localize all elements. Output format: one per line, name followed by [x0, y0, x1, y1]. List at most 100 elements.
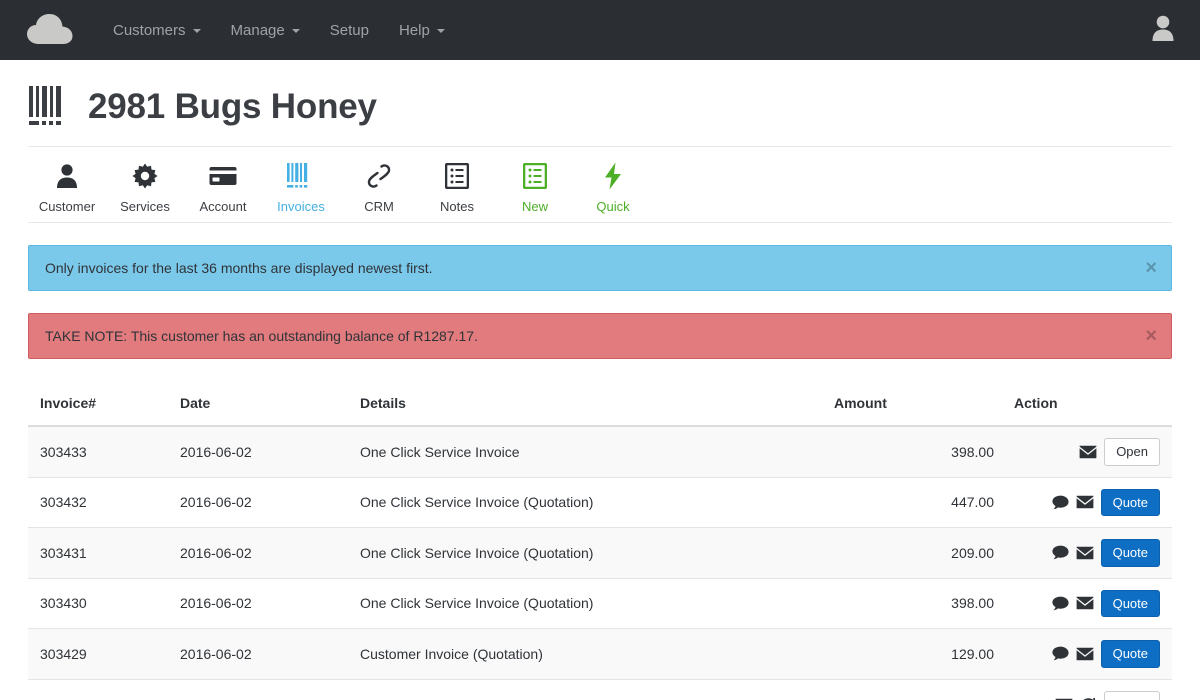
table-row: 303430 2016-06-02 One Click Service Invoic… [28, 578, 1172, 630]
tab-customer-label: Customer [38, 199, 96, 214]
table-row: 303433 2016-06-02 One Click Service Invoic… [28, 426, 1172, 478]
column-header-invoice: Invoice# [28, 385, 168, 427]
tab-customer[interactable]: Customer [28, 159, 106, 214]
cell-details: Batch invoice ID f8703648-ae02 [348, 679, 822, 700]
action-buttons-group: Open [1014, 438, 1160, 466]
table-header-row: Invoice# Date Details Amount Action [28, 385, 1172, 427]
invoices-table-body: 303433 2016-06-02 One Click Service Invoic… [28, 426, 1172, 700]
tab-notes[interactable]: Notes [418, 159, 496, 214]
tab-crm[interactable]: CRM [340, 159, 418, 214]
tab-notes-label: Notes [440, 199, 474, 214]
alert-info-text: Only invoices for the last 36 months are… [45, 260, 433, 276]
cell-date: 2016-06-02 [168, 426, 348, 478]
chevron-down-icon [436, 29, 445, 33]
gear-icon [132, 159, 158, 193]
comment-icon[interactable] [1051, 596, 1069, 611]
credit-card-icon [209, 159, 237, 193]
tab-invoices[interactable]: Invoices [262, 159, 340, 214]
table-row: 303431 2016-06-02 One Click Service Invoic… [28, 527, 1172, 579]
action-buttons-group: Quote [1014, 488, 1160, 517]
list-doc-icon [523, 159, 547, 193]
column-header-amount: Amount [822, 385, 1002, 427]
nav-item-manage-label: Manage [230, 21, 285, 39]
invoices-table-head: Invoice# Date Details Amount Action [28, 385, 1172, 427]
nav-item-help-label: Help [398, 21, 430, 39]
tab-quick-label: Quick [596, 199, 630, 214]
comment-icon[interactable] [1051, 545, 1069, 560]
chevron-down-icon [291, 29, 300, 33]
cloud-logo-icon[interactable] [24, 10, 76, 50]
cell-action: Quote [1002, 527, 1172, 579]
invoices-table: Invoice# Date Details Amount Action 3034… [28, 385, 1172, 700]
cell-details: One Click Service Invoice (Quotation) [348, 578, 822, 630]
cell-action: Open [1002, 426, 1172, 478]
table-row: 303432 2016-06-02 One Click Service Invoic… [28, 477, 1172, 529]
tab-quick[interactable]: Quick [574, 159, 652, 214]
section-tabs: Customer Services Account Invoices CRM N… [28, 147, 1172, 223]
navbar-menu: Customers Manage Setup Help [98, 12, 460, 49]
cell-date: 2016-06-02 [168, 527, 348, 579]
action-buttons-group: Open [1014, 690, 1160, 700]
open-button[interactable]: Open [1104, 438, 1160, 466]
cell-invoice-number: 303432 [28, 477, 168, 529]
cell-action: Quote [1002, 628, 1172, 680]
cell-date: 2016-06-02 [168, 628, 348, 680]
user-avatar-icon[interactable] [1150, 14, 1176, 47]
quote-button[interactable]: Quote [1100, 539, 1160, 567]
cell-invoice-number: 296018 [28, 679, 168, 700]
page-header: 2981 Bugs Honey [28, 60, 1172, 147]
cell-amount: 398.00 [822, 426, 1002, 478]
action-buttons-group: Quote [1014, 539, 1160, 567]
cell-action: Quote [1002, 477, 1172, 529]
nav-item-manage[interactable]: Manage [216, 12, 315, 49]
envelope-icon[interactable] [1076, 495, 1094, 509]
navbar-account-area [1150, 0, 1176, 60]
cell-details: One Click Service Invoice [348, 426, 822, 478]
tab-account-label: Account [199, 199, 247, 214]
close-icon[interactable]: × [1145, 258, 1157, 278]
table-row: 303429 2016-06-02 Customer Invoice (Quotat… [28, 628, 1172, 680]
cell-details: One Click Service Invoice (Quotation) [348, 527, 822, 579]
open-button[interactable]: Open [1104, 690, 1160, 700]
envelope-icon[interactable] [1076, 596, 1094, 610]
top-navbar: Customers Manage Setup Help [0, 0, 1200, 60]
comment-icon[interactable] [1051, 646, 1069, 661]
column-header-details: Details [348, 385, 822, 427]
nav-item-help[interactable]: Help [384, 12, 460, 49]
envelope-icon[interactable] [1079, 445, 1097, 459]
user-icon [55, 159, 79, 193]
bolt-icon [603, 159, 623, 193]
alert-danger-text: TAKE NOTE: This customer has an outstand… [45, 328, 478, 344]
link-icon [366, 159, 392, 193]
tab-invoices-label: Invoices [277, 199, 325, 214]
tab-account[interactable]: Account [184, 159, 262, 214]
chevron-down-icon [192, 29, 201, 33]
cell-date: 2016-06-02 [168, 477, 348, 529]
table-row: 2960182016-03-26Batch invoice ID f870364… [28, 679, 1172, 700]
column-header-action: Action [1002, 385, 1172, 427]
cell-action: Open [1002, 679, 1172, 700]
nav-item-setup[interactable]: Setup [315, 12, 384, 49]
cell-date: 2016-06-02 [168, 578, 348, 630]
envelope-icon[interactable] [1076, 546, 1094, 560]
quote-button[interactable]: Quote [1100, 488, 1160, 517]
close-icon[interactable]: × [1145, 326, 1157, 346]
envelope-icon[interactable] [1076, 647, 1094, 661]
cell-amount: 129.00 [822, 628, 1002, 680]
tab-new-label: New [521, 199, 548, 214]
comment-icon[interactable] [1051, 495, 1069, 510]
cell-date: 2016-03-26 [168, 679, 348, 700]
cell-action: Quote [1002, 578, 1172, 630]
cell-invoice-number: 303433 [28, 426, 168, 478]
nav-item-customers[interactable]: Customers [98, 12, 216, 49]
nav-item-customers-label: Customers [113, 21, 186, 39]
cell-amount: 449.00 [822, 679, 1002, 700]
cell-amount: 447.00 [822, 477, 1002, 529]
tab-services-label: Services [120, 199, 170, 214]
cell-invoice-number: 303431 [28, 527, 168, 579]
cell-invoice-number: 303429 [28, 628, 168, 680]
quote-button[interactable]: Quote [1100, 640, 1160, 668]
tab-services[interactable]: Services [106, 159, 184, 214]
tab-new[interactable]: New [496, 159, 574, 214]
quote-button[interactable]: Quote [1100, 589, 1160, 618]
